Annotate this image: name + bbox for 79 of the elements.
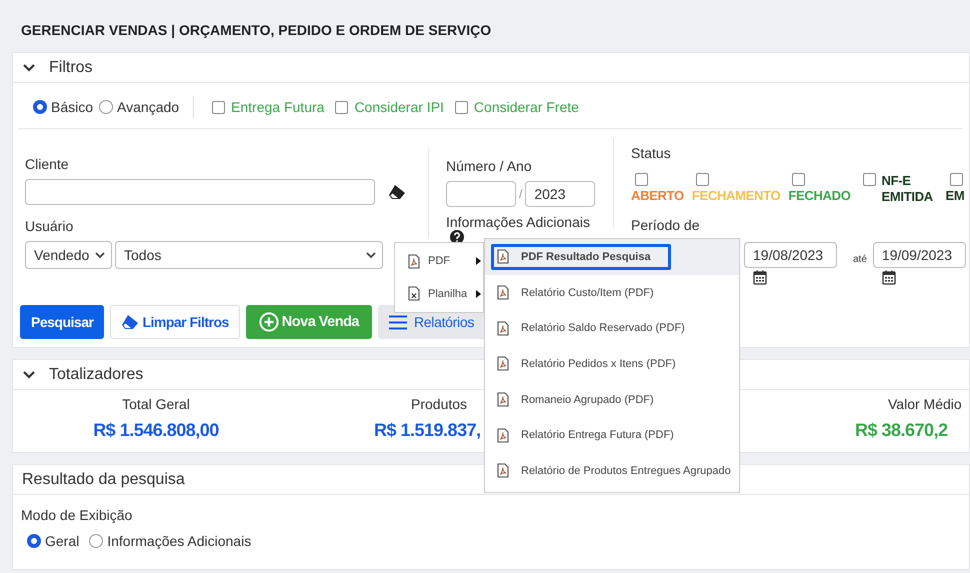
action-button[interactable]: Pesquisar	[20, 305, 104, 339]
status-label: FECHAMENTO	[692, 188, 780, 203]
field-label: Informações Adicionais	[446, 215, 591, 230]
pdf-file-icon	[497, 463, 509, 478]
select-field[interactable]: Vendedo	[25, 241, 112, 269]
field-label: Cliente	[25, 156, 70, 172]
total-value: R$ 1.519.837,	[374, 420, 481, 441]
total-label: Produtos	[411, 396, 468, 412]
radio-label: Avançado	[117, 99, 180, 115]
date-input[interactable]: 19/09/2023	[872, 242, 966, 268]
chevron-down-icon	[95, 252, 105, 258]
pdf-file-icon	[497, 392, 509, 408]
status-label: EM	[946, 188, 964, 203]
option-label: Considerar Frete	[474, 99, 579, 115]
chevron-icon[interactable]	[22, 62, 36, 72]
checkbox[interactable]	[950, 173, 963, 186]
range-label: até	[853, 254, 867, 265]
field-label: Período de	[631, 217, 700, 233]
menu-item[interactable]: Relatório Entrega Futura (PDF)	[485, 417, 739, 454]
radio-button[interactable]	[99, 100, 114, 114]
field-label: Modo de Exibição	[21, 507, 132, 523]
year-input[interactable]: 2023	[525, 181, 596, 207]
checkbox[interactable]	[335, 100, 348, 114]
section-title: Totalizadores	[49, 366, 144, 384]
total-label: Total Geral	[122, 396, 190, 412]
radio-button[interactable]	[89, 534, 104, 548]
menu-item[interactable]: Relatório Pedidos x Itens (PDF)	[485, 346, 739, 382]
number-input[interactable]	[446, 181, 516, 207]
checkbox[interactable]	[454, 100, 468, 114]
pdf-file-icon	[408, 254, 420, 269]
field-label: Usuário	[25, 218, 74, 234]
pdf-file-icon	[497, 285, 509, 300]
action-button[interactable]: Limpar Filtros	[110, 305, 240, 339]
checkbox[interactable]	[862, 173, 876, 186]
section-title: Resultado da pesquisa	[22, 470, 185, 488]
menu-item[interactable]: Relatório de Produtos Entregues Agrupado	[485, 453, 739, 489]
option-label: Entrega Futura	[231, 99, 324, 115]
radio-button[interactable]	[33, 100, 47, 114]
select-field[interactable]: Todos	[115, 241, 383, 269]
spreadsheet-file-icon	[408, 286, 420, 302]
eraser-icon[interactable]	[388, 184, 406, 200]
status-label: FECHADO	[788, 188, 851, 203]
pdf-file-icon	[497, 320, 509, 336]
calendar-icon[interactable]	[753, 270, 767, 285]
pdf-file-icon	[497, 356, 509, 372]
separator: /	[519, 187, 522, 201]
caret-icon	[476, 257, 481, 266]
radio-label: Geral	[45, 533, 80, 549]
page-title: GERENCIAR VENDAS | ORÇAMENTO, PEDIDO E ORDEM DE SERVIÇO	[21, 22, 492, 38]
option-label: Considerar IPI	[354, 99, 444, 115]
radio-button[interactable]	[27, 534, 41, 548]
checkbox[interactable]	[635, 173, 648, 186]
checkbox[interactable]	[792, 173, 806, 186]
checkbox[interactable]	[696, 173, 709, 186]
chevron-down-icon	[366, 252, 376, 258]
menu-item[interactable]: PDF Resultado Pesquisa	[491, 244, 671, 270]
client-input[interactable]	[25, 179, 375, 205]
checkbox[interactable]	[212, 100, 226, 114]
eraser-icon	[121, 314, 140, 330]
caret-icon	[476, 290, 481, 298]
total-label: Valor Médio	[888, 396, 962, 412]
field-label: Status	[631, 145, 672, 161]
radio-label: Básico	[51, 99, 94, 115]
section-title: Filtros	[49, 58, 93, 76]
total-value: R$ 38.670,2	[855, 420, 948, 441]
pdf-file-icon	[497, 428, 509, 443]
radio-label: Informações Adicionais	[107, 533, 252, 549]
menu-item[interactable]: PDF	[395, 246, 483, 276]
pdf-file-icon	[497, 249, 509, 264]
status-label: ABERTO	[631, 188, 684, 203]
menu-item[interactable]: Romaneio Agrupado (PDF)	[485, 382, 739, 418]
menu-icon	[389, 314, 407, 330]
field-label: Número / Ano	[446, 158, 533, 174]
chevron-icon[interactable]	[22, 370, 36, 380]
total-value: R$ 1.546.808,00	[93, 420, 219, 441]
status-label: NF-E EMITIDA	[882, 173, 934, 205]
date-input[interactable]: 19/08/2023	[744, 242, 837, 268]
plus-circle-icon	[258, 312, 279, 332]
calendar-icon[interactable]	[882, 270, 896, 285]
